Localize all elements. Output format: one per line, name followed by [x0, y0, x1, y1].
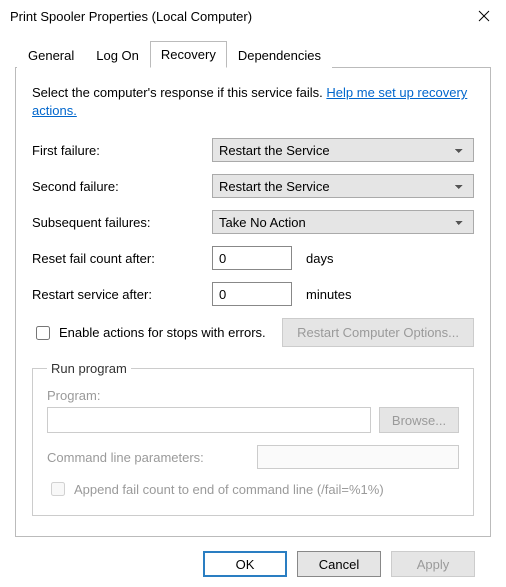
program-input	[47, 407, 371, 433]
days-label: days	[306, 251, 333, 266]
second-failure-label: Second failure:	[32, 179, 212, 194]
minutes-label: minutes	[306, 287, 352, 302]
close-icon	[478, 10, 490, 22]
dialog-buttons: OK Cancel Apply	[15, 537, 491, 577]
first-failure-label: First failure:	[32, 143, 212, 158]
command-line-params-input	[257, 445, 459, 469]
cancel-button[interactable]: Cancel	[297, 551, 381, 577]
run-program-legend: Run program	[47, 361, 131, 376]
intro-prefix: Select the computer's response if this s…	[32, 85, 326, 100]
command-line-params-label: Command line parameters:	[47, 450, 247, 465]
first-failure-select[interactable]: Restart the Service	[212, 138, 474, 162]
intro-text: Select the computer's response if this s…	[32, 84, 474, 120]
ok-button[interactable]: OK	[203, 551, 287, 577]
subsequent-failures-select[interactable]: Take No Action	[212, 210, 474, 234]
close-button[interactable]	[461, 0, 506, 32]
tab-strip: General Log On Recovery Dependencies	[15, 42, 491, 68]
recovery-panel: Select the computer's response if this s…	[15, 68, 491, 537]
enable-actions-label: Enable actions for stops with errors.	[59, 325, 266, 340]
browse-button: Browse...	[379, 407, 459, 433]
program-label: Program:	[47, 388, 459, 403]
enable-actions-checkbox[interactable]	[36, 326, 50, 340]
reset-fail-count-label: Reset fail count after:	[32, 251, 212, 266]
restart-computer-options-button: Restart Computer Options...	[282, 318, 474, 347]
tab-recovery[interactable]: Recovery	[150, 41, 227, 68]
restart-service-after-input[interactable]	[212, 282, 292, 306]
tab-log-on[interactable]: Log On	[85, 43, 150, 68]
apply-button: Apply	[391, 551, 475, 577]
restart-service-after-label: Restart service after:	[32, 287, 212, 302]
run-program-group: Run program Program: Browse... Command l…	[32, 361, 474, 516]
subsequent-failures-label: Subsequent failures:	[32, 215, 212, 230]
tab-general[interactable]: General	[17, 43, 85, 68]
titlebar: Print Spooler Properties (Local Computer…	[0, 0, 506, 32]
second-failure-select[interactable]: Restart the Service	[212, 174, 474, 198]
window-title: Print Spooler Properties (Local Computer…	[10, 9, 252, 24]
append-fail-count-label: Append fail count to end of command line…	[74, 482, 384, 497]
tab-dependencies[interactable]: Dependencies	[227, 43, 332, 68]
append-fail-count-checkbox	[51, 482, 65, 496]
reset-fail-count-input[interactable]	[212, 246, 292, 270]
